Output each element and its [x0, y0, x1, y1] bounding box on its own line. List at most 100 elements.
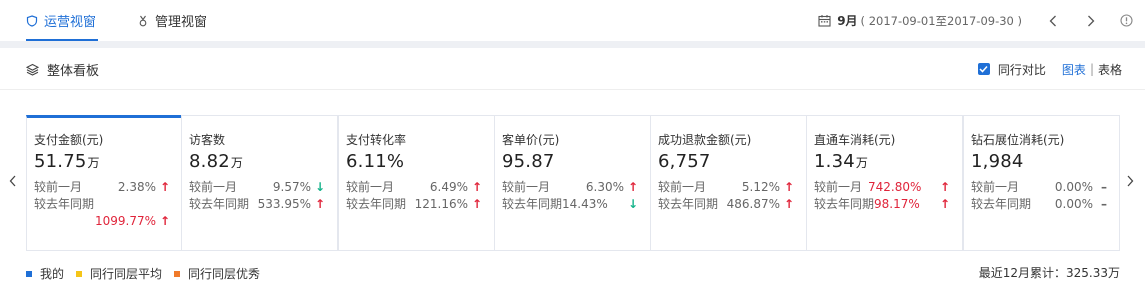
trend-up-icon: ↑: [783, 197, 794, 211]
mom-percent: 742.80%: [868, 180, 922, 194]
trend-up-icon: ↑: [159, 180, 170, 194]
chevron-left-icon: [9, 175, 16, 187]
mom-row: 较前一月 9.57% ↓: [189, 179, 337, 196]
tab-management-view[interactable]: 管理视窗: [137, 0, 217, 41]
carousel-prev-button[interactable]: [9, 175, 16, 191]
metric-label: 钻石展位消耗(元): [971, 133, 1065, 147]
mom-row: 较前一月 2.38% ↑: [34, 179, 182, 196]
chevron-left-icon: [1049, 15, 1056, 26]
next-month-button[interactable]: [1084, 14, 1098, 28]
yoy-row: 较去年同期: [34, 196, 182, 213]
yoy-label: 较去年同期: [814, 197, 875, 211]
metric-unit: 万: [230, 156, 244, 170]
mom-percent: 6.30%: [585, 180, 624, 194]
twelve-month-total: 最近12月累计：325.33万: [978, 266, 1120, 280]
legend-label: 我的: [40, 267, 65, 281]
view-chart-toggle[interactable]: 图表: [1062, 61, 1086, 78]
yoy-percent: 14.43%: [562, 197, 608, 211]
metric-value-number: 6,757: [658, 151, 711, 172]
legend: 我的 同行同层平均 同行同层优秀: [26, 265, 272, 282]
legend-item-peer-excellent[interactable]: 同行同层优秀: [174, 265, 260, 282]
legend-label: 同行同层优秀: [188, 267, 261, 281]
metrics-carousel: 支付金额(元) 51.75万 较前一月 2.38% ↑ 较去年同期 1099.77% ↑ 访客数…: [0, 90, 1145, 287]
mom-label: 较前一月: [34, 180, 83, 194]
mom-label: 较前一月: [189, 180, 238, 194]
metric-value-number: 6.11%: [346, 151, 405, 172]
compare-label[interactable]: 同行对比: [998, 61, 1046, 78]
calendar-icon[interactable]: [818, 14, 831, 27]
selected-month[interactable]: 9月: [837, 12, 857, 29]
tab-label: 运营视窗: [44, 15, 97, 30]
carousel-next-button[interactable]: [1127, 175, 1134, 191]
metric-card[interactable]: 成功退款金额(元) 6,757 较前一月 5.12% ↑ 较去年同期 486.87% ↑: [650, 115, 807, 251]
yoy-row: 较去年同期 0.00% –: [971, 196, 1119, 213]
mom-label: 较前一月: [346, 180, 395, 194]
yoy-row: 较去年同期 121.16% ↑: [346, 196, 494, 213]
legend-item-peer-average[interactable]: 同行同层平均: [76, 265, 162, 282]
metric-label: 直通车消耗(元): [814, 133, 896, 147]
metric-unit: 万: [855, 156, 869, 170]
metric-card[interactable]: 支付金额(元) 51.75万 较前一月 2.38% ↑ 较去年同期 1099.77% ↑: [26, 115, 183, 251]
metric-card[interactable]: 钻石展位消耗(元) 1,984 较前一月 0.00% – 较去年同期 0.00% –: [963, 115, 1120, 251]
metric-value: 1,984: [971, 151, 1119, 174]
metric-value-number: 51.75: [34, 151, 87, 172]
metric-card[interactable]: 访客数 8.82万 较前一月 9.57% ↓ 较去年同期 533.95% ↑: [181, 115, 338, 251]
yoy-label: 较去年同期: [34, 197, 95, 211]
mom-percent: 2.38%: [117, 180, 156, 194]
yoy-percent: 121.16%: [414, 197, 468, 211]
legend-label: 同行同层平均: [90, 267, 163, 281]
view-separator: |: [1089, 62, 1094, 76]
trend-up-icon: ↑: [159, 214, 170, 228]
metric-label: 成功退款金额(元): [658, 133, 752, 147]
chevron-right-icon: [1127, 175, 1134, 187]
metric-card[interactable]: 支付转化率 6.11% 较前一月 6.49% ↑ 较去年同期 121.16% ↑: [338, 115, 495, 251]
trend-flat-icon: –: [1101, 180, 1107, 194]
metric-value-number: 1,984: [971, 151, 1024, 172]
metric-value-number: 8.82: [189, 151, 230, 172]
metric-value: 6.11%: [346, 151, 494, 174]
metric-label: 客单价(元): [502, 133, 560, 147]
tab-operations-view[interactable]: 运营视窗: [26, 0, 98, 41]
metric-card[interactable]: 客单价(元) 95.87 较前一月 6.30% ↑ 较去年同期 14.43% ↓: [494, 115, 651, 251]
view-table-toggle[interactable]: 表格: [1098, 61, 1122, 78]
mom-row: 较前一月 6.30% ↑: [502, 179, 650, 196]
date-range: ( 2017-09-01至2017-09-30 ): [860, 13, 1022, 28]
info-icon[interactable]: [1120, 14, 1133, 27]
check-icon: [979, 65, 988, 73]
panel-title: 整体看板: [26, 48, 99, 90]
trend-up-icon: ↑: [783, 180, 794, 194]
mom-percent: 5.12%: [741, 180, 780, 194]
shield-icon: [26, 14, 38, 27]
trend-up-icon: ↑: [939, 197, 950, 211]
yoy-row: 较去年同期 486.87% ↑: [658, 196, 806, 213]
yoy-label: 较去年同期: [502, 197, 563, 211]
panel-header: 整体看板 同行对比 图表 | 表格: [0, 48, 1145, 90]
mom-row: 较前一月 5.12% ↑: [658, 179, 806, 196]
yoy-value-row: 1099.77% ↑: [34, 213, 182, 230]
layers-icon: [26, 63, 39, 76]
metric-unit: 万: [87, 156, 100, 170]
mom-label: 较前一月: [658, 180, 707, 194]
metric-value: 51.75万: [34, 151, 182, 174]
mom-label: 较前一月: [814, 180, 863, 194]
trend-flat-icon: –: [1101, 197, 1107, 211]
metric-value: 6,757: [658, 151, 806, 174]
yoy-label: 较去年同期: [189, 197, 250, 211]
mom-percent: 6.49%: [429, 180, 468, 194]
trend-up-icon: ↑: [471, 197, 482, 211]
compare-checkbox[interactable]: [977, 63, 990, 75]
mom-percent: 9.57%: [272, 180, 311, 194]
mom-label: 较前一月: [971, 180, 1020, 194]
metric-label: 访客数: [189, 133, 226, 147]
panel-controls: 同行对比 图表 | 表格: [977, 48, 1122, 90]
trend-down-icon: ↓: [314, 180, 325, 194]
yoy-percent: 0.00%: [1054, 197, 1093, 211]
metric-card[interactable]: 直通车消耗(元) 1.34万 较前一月 742.80% ↑ 较去年同期 98.17% ↑: [806, 115, 963, 251]
legend-item-mine[interactable]: 我的: [26, 265, 64, 282]
yoy-row: 较去年同期 533.95% ↑: [189, 196, 337, 213]
prev-month-button[interactable]: [1046, 14, 1060, 28]
metric-value: 95.87: [502, 151, 650, 174]
tab-label: 管理视窗: [155, 15, 208, 30]
date-selector: 9月 ( 2017-09-01至2017-09-30 ): [818, 0, 1145, 41]
yoy-percent: 533.95%: [257, 197, 311, 211]
